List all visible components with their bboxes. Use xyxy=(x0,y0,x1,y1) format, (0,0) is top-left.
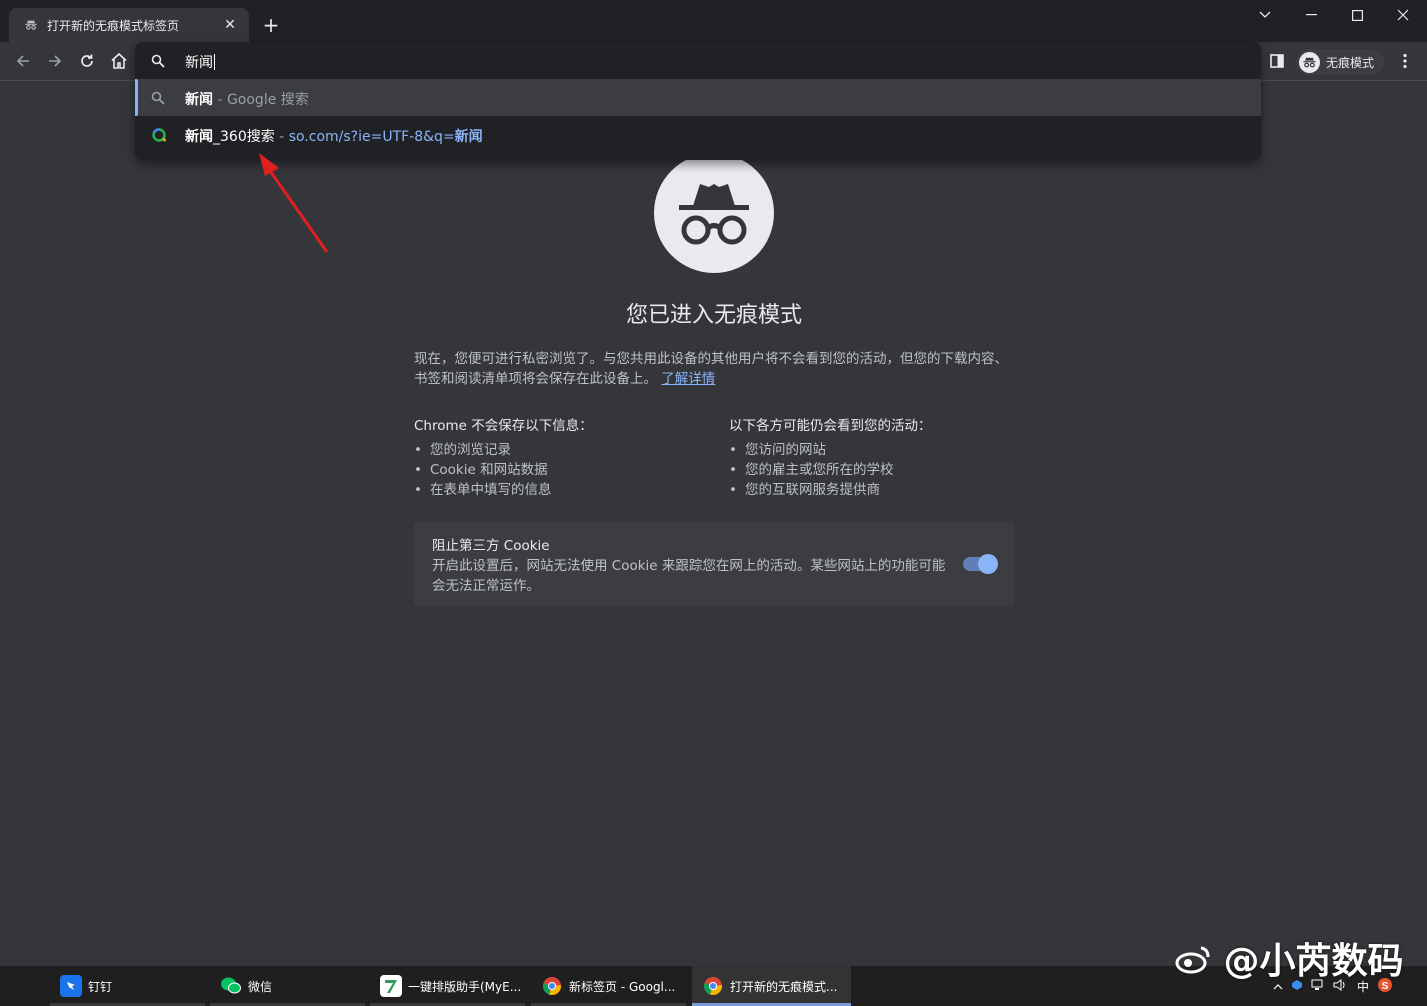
list-item: 您的浏览记录 xyxy=(414,440,714,460)
suggestion-separator: - xyxy=(274,129,289,145)
suggestion-text: 新闻 - Google 搜索 xyxy=(185,89,309,109)
incognito-profile-button[interactable]: 无痕模式 xyxy=(1296,49,1384,75)
maximize-icon[interactable] xyxy=(1334,0,1380,30)
chrome-icon xyxy=(541,975,563,997)
reload-icon[interactable] xyxy=(75,49,99,73)
taskbar-label: 打开新的无痕模式... xyxy=(730,979,838,994)
close-icon[interactable]: ✕ xyxy=(221,16,239,34)
taskbar-label: 一键排版助手(MyE... xyxy=(408,979,522,994)
tab-title: 打开新的无痕模式标签页 xyxy=(47,18,180,33)
360-search-icon xyxy=(151,127,167,143)
still-visible-title: 以下各方可能仍会看到您的活动： xyxy=(729,418,932,434)
list-item: 在表单中填写的信息 xyxy=(414,480,714,500)
suggestion-url-query: 新闻 xyxy=(454,129,483,145)
weibo-logo-icon xyxy=(1175,943,1211,984)
back-icon[interactable] xyxy=(11,49,35,73)
watermark: @小芮数码 xyxy=(1175,932,1404,984)
chrome-icon xyxy=(702,975,724,997)
selection-indicator xyxy=(135,79,138,116)
page-title: 您已进入无痕模式 xyxy=(625,303,802,328)
cookie-description: 开启此设置后，网站无法使用 Cookie 来跟踪您在网上的活动。某些网站上的功能… xyxy=(432,558,946,594)
suggestion-query: 新闻 xyxy=(185,92,213,108)
dingtalk-icon xyxy=(60,975,82,997)
suggestion-engine: Google 搜索 xyxy=(226,92,309,108)
list-item: 您访问的网站 xyxy=(729,440,1029,460)
wechat-icon xyxy=(220,975,242,997)
taskbar-label: 微信 xyxy=(248,979,273,994)
forward-icon[interactable] xyxy=(43,49,67,73)
more-menu-icon[interactable] xyxy=(1396,51,1414,71)
new-tab-button[interactable]: + xyxy=(260,13,282,37)
list-item: Cookie 和网站数据 xyxy=(414,460,714,480)
layout-helper-icon xyxy=(380,975,402,997)
suggestion-google[interactable]: 新闻 - Google 搜索 xyxy=(135,79,1261,116)
toggle-knob xyxy=(978,554,998,574)
search-icon xyxy=(151,53,165,72)
omnibox-popup: 新闻 新闻 - Google 搜索 新闻_360搜索 - so.com/s?ie… xyxy=(135,42,1261,160)
taskbar-item-chrome-incognito[interactable]: 打开新的无痕模式... xyxy=(692,966,851,1006)
omnibox-input[interactable]: 新闻 xyxy=(185,52,215,72)
suggestion-360[interactable]: 新闻_360搜索 - so.com/s?ie=UTF-8&q=新闻 xyxy=(135,116,1261,153)
profile-label: 无痕模式 xyxy=(1326,55,1375,70)
tab-strip: 打开新的无痕模式标签页 ✕ + xyxy=(0,0,1427,42)
list-item: 您的雇主或您所在的学校 xyxy=(729,460,1029,480)
third-party-cookie-card: 阻止第三方 Cookie 开启此设置后，网站无法使用 Cookie 来跟踪您在网… xyxy=(414,522,1014,606)
intro-text: 现在，您便可进行私密浏览了。与您共用此设备的其他用户将不会看到您的活动，但您的下… xyxy=(414,349,1014,389)
incognito-avatar-icon xyxy=(1299,51,1320,73)
minimize-icon[interactable] xyxy=(1288,0,1334,30)
list-item: 您的互联网服务提供商 xyxy=(729,480,1029,500)
watermark-text: @小芮数码 xyxy=(1223,941,1404,982)
omnibox-input-row[interactable]: 新闻 xyxy=(135,42,1261,79)
incognito-ntp: 您已进入无痕模式 现在，您便可进行私密浏览了。与您共用此设备的其他用户将不会看到… xyxy=(0,80,1427,966)
taskbar-item-mye[interactable]: 一键排版助手(MyE... xyxy=(370,966,525,1006)
not-saved-list: Chrome 不会保存以下信息： 您的浏览记录 Cookie 和网站数据 在表单… xyxy=(414,414,714,500)
suggestion-query: 新闻 xyxy=(185,129,213,145)
suggestion-separator: - xyxy=(213,92,227,108)
suggestion-title-rest: _360搜索 xyxy=(213,129,275,145)
learn-more-link[interactable]: 了解详情 xyxy=(661,371,715,387)
taskbar-item-dingtalk[interactable]: 钉钉 xyxy=(50,966,205,1006)
still-visible-list: 以下各方可能仍会看到您的活动： 您访问的网站 您的雇主或您所在的学校 您的互联网… xyxy=(729,414,1029,500)
search-icon xyxy=(151,90,167,106)
tab-incognito[interactable]: 打开新的无痕模式标签页 ✕ xyxy=(9,8,249,42)
side-panel-icon[interactable] xyxy=(1267,51,1287,71)
taskbar-item-chrome-newtab[interactable]: 新标签页 - Googl... xyxy=(531,966,686,1006)
omnibox-typed-text: 新闻 xyxy=(185,55,213,71)
taskbar-label: 钉钉 xyxy=(88,979,113,994)
cookie-toggle[interactable] xyxy=(963,554,998,574)
incognito-icon xyxy=(23,17,39,33)
text-caret xyxy=(214,54,215,70)
not-saved-title: Chrome 不会保存以下信息： xyxy=(414,418,593,434)
home-icon[interactable] xyxy=(107,49,131,73)
cookie-title: 阻止第三方 Cookie xyxy=(432,538,550,554)
chevron-down-icon[interactable] xyxy=(1242,0,1288,30)
taskbar-item-wechat[interactable]: 微信 xyxy=(210,966,365,1006)
suggestion-url: so.com/s?ie=UTF-8&q= xyxy=(288,129,455,145)
incognito-hero-icon xyxy=(654,153,774,273)
suggestion-text: 新闻_360搜索 - so.com/s?ie=UTF-8&q=新闻 xyxy=(185,126,483,146)
close-window-icon[interactable] xyxy=(1380,0,1426,30)
taskbar-label: 新标签页 - Googl... xyxy=(569,979,676,994)
